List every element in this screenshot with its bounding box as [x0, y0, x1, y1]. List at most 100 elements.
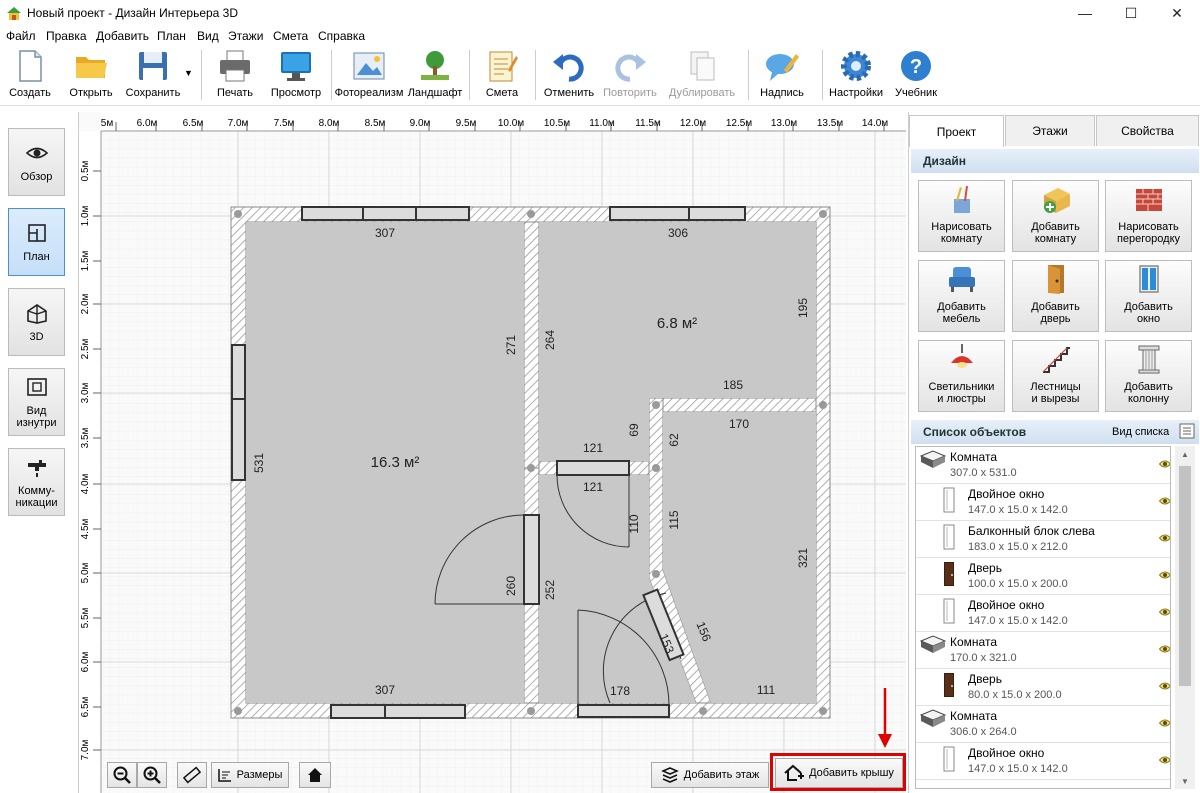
window-icon — [942, 524, 956, 553]
menu-help[interactable]: Справка — [318, 29, 365, 43]
inner-wall[interactable] — [523, 221, 540, 469]
estimate-button[interactable]: Смета — [484, 48, 520, 104]
ruler-icon — [183, 766, 201, 784]
utilities-button[interactable]: Комму- никации — [8, 448, 65, 516]
object-list-item[interactable]: Комната 306.0 x 264.0 — [916, 706, 1171, 743]
visibility-eye-icon[interactable] — [1159, 570, 1171, 580]
add-furniture-button[interactable]: Добавить мебель — [918, 260, 1005, 332]
menu-file[interactable]: Файл — [6, 29, 36, 43]
scroll-up-icon[interactable]: ▲ — [1175, 446, 1195, 462]
add-lighting-button[interactable]: Светильники и люстры — [918, 340, 1005, 412]
object-list-item[interactable]: Двойное окно 147.0 x 15.0 x 142.0 — [916, 743, 1171, 780]
undo-button[interactable]: Отменить — [543, 48, 595, 104]
zoom-out-button[interactable] — [107, 762, 137, 788]
visibility-eye-icon[interactable] — [1159, 718, 1171, 728]
open-button[interactable]: Открыть — [66, 48, 116, 104]
settings-button[interactable]: Настройки — [829, 48, 883, 104]
ruler-y-label: 6.5м — [80, 696, 91, 717]
create-button[interactable]: Создать — [8, 48, 52, 104]
landscape-button[interactable]: Ландшафт — [408, 48, 462, 104]
ruler-y-label: 1.5м — [80, 250, 91, 271]
object-list-item[interactable]: Комната 307.0 x 531.0 — [916, 447, 1171, 484]
svg-text:321: 321 — [796, 548, 810, 568]
tab-project[interactable]: Проект — [909, 115, 1004, 147]
window-icon — [942, 746, 956, 775]
scroll-thumb[interactable] — [1179, 466, 1191, 686]
object-list-item[interactable]: Дверь 80.0 x 15.0 x 200.0 — [916, 669, 1171, 706]
add-window-button[interactable]: Добавить окно — [1105, 260, 1192, 332]
close-button[interactable]: ✕ — [1154, 0, 1200, 26]
floor-plan-drawing[interactable]: 5м 6.0м 6.5м 7.0м 7.5м 8.0м 8.5м 9.0м 9.5м 10.0м 1… — [79, 112, 906, 793]
object-dimensions: 307.0 x 531.0 — [950, 467, 1017, 479]
menu-edit[interactable]: Правка — [46, 29, 87, 43]
plan-button[interactable]: План — [8, 208, 65, 276]
tab-floors[interactable]: Этажи — [1005, 115, 1095, 146]
add-stairs-button[interactable]: Лестницы и вырезы — [1012, 340, 1099, 412]
visibility-eye-icon[interactable] — [1159, 459, 1171, 469]
preview-button[interactable]: Просмотр — [270, 48, 322, 104]
object-list-item[interactable]: Комната 170.0 x 321.0 — [916, 632, 1171, 669]
draw-partition-button[interactable]: Нарисовать перегородку — [1105, 180, 1192, 252]
scroll-down-icon[interactable]: ▼ — [1175, 773, 1195, 789]
dimensions-button[interactable]: Размеры — [211, 762, 289, 788]
list-view-icon[interactable] — [1179, 423, 1195, 439]
armchair-icon — [948, 267, 975, 292]
object-list-item[interactable]: Балконный блок слева 183.0 x 15.0 x 212.0 — [916, 521, 1171, 558]
save-dropdown-icon[interactable]: ▼ — [184, 68, 193, 78]
view-3d-button[interactable]: 3D — [8, 288, 65, 356]
draw-room-button[interactable]: Нарисовать комнату — [918, 180, 1005, 252]
help-icon: ? — [901, 51, 931, 81]
door-icon — [1047, 265, 1064, 294]
print-button[interactable]: Печать — [214, 48, 256, 104]
add-door-button[interactable]: Добавить дверь — [1012, 260, 1099, 332]
add-floor-button[interactable]: Добавить этаж — [651, 762, 769, 788]
caption-button[interactable]: Надпись — [758, 48, 806, 104]
menu-view[interactable]: Вид — [197, 29, 219, 43]
door-icon — [942, 672, 956, 701]
floorplan-icon — [27, 224, 46, 242]
inside-view-button[interactable]: Вид изнутри — [8, 368, 65, 436]
measure-tool-button[interactable] — [177, 762, 207, 788]
visibility-eye-icon[interactable] — [1159, 607, 1171, 617]
object-dimensions: 147.0 x 15.0 x 142.0 — [968, 504, 1068, 516]
tutorial-button[interactable]: ? Учебник — [893, 48, 939, 104]
ruler-x-label: 10.5м — [544, 118, 570, 129]
inner-wall[interactable] — [648, 397, 817, 413]
object-name: Двойное окно — [968, 487, 1045, 501]
object-list-item[interactable]: Двойное окно 147.0 x 15.0 x 142.0 — [916, 595, 1171, 632]
object-list-item[interactable]: Дверь 100.0 x 15.0 x 200.0 — [916, 558, 1171, 595]
menu-estimate[interactable]: Смета — [273, 29, 308, 43]
menu-plan[interactable]: План — [157, 29, 186, 43]
photorealism-button[interactable]: Фотореализм — [335, 48, 403, 104]
ruler-y-label: 2.5м — [80, 338, 91, 359]
object-dimensions: 183.0 x 15.0 x 212.0 — [968, 541, 1068, 553]
plan-canvas[interactable]: 5м 6.0м 6.5м 7.0м 7.5м 8.0м 8.5м 9.0м 9.5м 10.0м 1… — [78, 112, 906, 793]
object-list-scrollbar[interactable]: ▲ ▼ — [1175, 446, 1195, 789]
visibility-eye-icon[interactable] — [1159, 755, 1171, 765]
duplicate-button[interactable]: Дублировать — [668, 48, 736, 104]
room-area-label: 16.3 м² — [371, 454, 420, 471]
svg-text:307: 307 — [375, 226, 395, 240]
maximize-button[interactable]: ☐ — [1108, 0, 1154, 26]
overview-button[interactable]: Обзор — [8, 128, 65, 196]
minimize-button[interactable]: — — [1062, 0, 1108, 26]
visibility-eye-icon[interactable] — [1159, 533, 1171, 543]
add-room-button[interactable]: Добавить комнату — [1012, 180, 1099, 252]
save-button[interactable]: Сохранить — [125, 48, 181, 104]
menu-floors[interactable]: Этажи — [228, 29, 263, 43]
tab-properties[interactable]: Свойства — [1096, 115, 1199, 146]
zoom-in-button[interactable] — [137, 762, 167, 788]
object-list-item[interactable]: Двойное окно 147.0 x 15.0 x 142.0 — [916, 484, 1171, 521]
add-column-button[interactable]: Добавить колонну — [1105, 340, 1192, 412]
menu-add[interactable]: Добавить — [96, 29, 149, 43]
visibility-eye-icon[interactable] — [1159, 681, 1171, 691]
ruler-x-label: 7.5м — [274, 118, 295, 129]
home-button[interactable] — [299, 762, 331, 788]
visibility-eye-icon[interactable] — [1159, 496, 1171, 506]
ruler-y-label: 1.0м — [80, 205, 91, 226]
view-list-label[interactable]: Вид списка — [1112, 426, 1169, 438]
eye-icon — [25, 147, 48, 159]
visibility-eye-icon[interactable] — [1159, 644, 1171, 654]
speech-bubble-icon — [766, 54, 799, 81]
redo-button[interactable]: Повторить — [603, 48, 657, 104]
